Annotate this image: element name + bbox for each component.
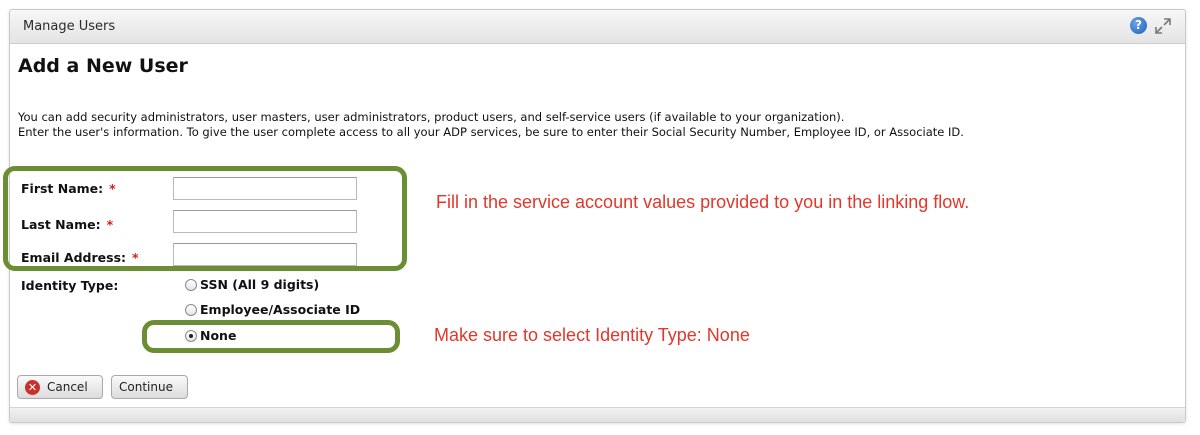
continue-button-label: Continue: [119, 380, 173, 394]
panel-title: Manage Users: [23, 19, 116, 34]
last-name-label: Last Name: *: [21, 217, 113, 232]
radio-employee-associate-id[interactable]: Employee/Associate ID: [185, 302, 360, 317]
email-address-label: Email Address: *: [21, 250, 139, 265]
radio-none[interactable]: None: [185, 328, 236, 343]
expand-arrows-icon[interactable]: [1154, 17, 1172, 35]
intro-text: You can add security administrators, use…: [18, 110, 964, 140]
email-address-label-text: Email Address:: [21, 250, 127, 265]
panel-footer: [10, 407, 1185, 422]
required-asterisk: *: [106, 217, 114, 232]
radio-button[interactable]: [185, 278, 197, 291]
cancel-button[interactable]: ✕ Cancel: [17, 375, 103, 399]
first-name-field[interactable]: [173, 177, 357, 200]
intro-line-1: You can add security administrators, use…: [18, 110, 845, 124]
last-name-field[interactable]: [173, 210, 357, 233]
annotation-fill-in-values: Fill in the service account values provi…: [436, 192, 970, 212]
continue-button[interactable]: Continue: [111, 375, 188, 399]
question-circle-icon[interactable]: ?: [1130, 17, 1147, 34]
panel-header: Manage Users ?: [10, 10, 1185, 44]
radio-employee-associate-id-label: Employee/Associate ID: [200, 302, 361, 317]
radio-button-selected[interactable]: [185, 329, 197, 342]
annotation-select-identity-none: Make sure to select Identity Type: None: [434, 325, 750, 345]
identity-type-label: Identity Type:: [21, 278, 119, 293]
manage-users-panel: Manage Users ? Add a New User You can ad…: [9, 9, 1186, 423]
last-name-label-text: Last Name:: [21, 217, 101, 232]
cancel-button-label: Cancel: [47, 380, 88, 394]
x-circle-icon: ✕: [25, 379, 40, 395]
first-name-label-text: First Name:: [21, 181, 104, 196]
intro-line-2: Enter the user's information. To give th…: [18, 125, 964, 139]
page-title: Add a New User: [18, 55, 188, 77]
required-asterisk: *: [109, 181, 116, 196]
radio-ssn[interactable]: SSN (All 9 digits): [185, 277, 319, 292]
radio-none-label: None: [200, 328, 237, 343]
first-name-label: First Name: *: [21, 181, 116, 196]
radio-button[interactable]: [185, 303, 197, 316]
required-asterisk: *: [132, 250, 139, 265]
email-address-field[interactable]: [173, 243, 357, 266]
radio-ssn-label: SSN (All 9 digits): [200, 277, 320, 292]
